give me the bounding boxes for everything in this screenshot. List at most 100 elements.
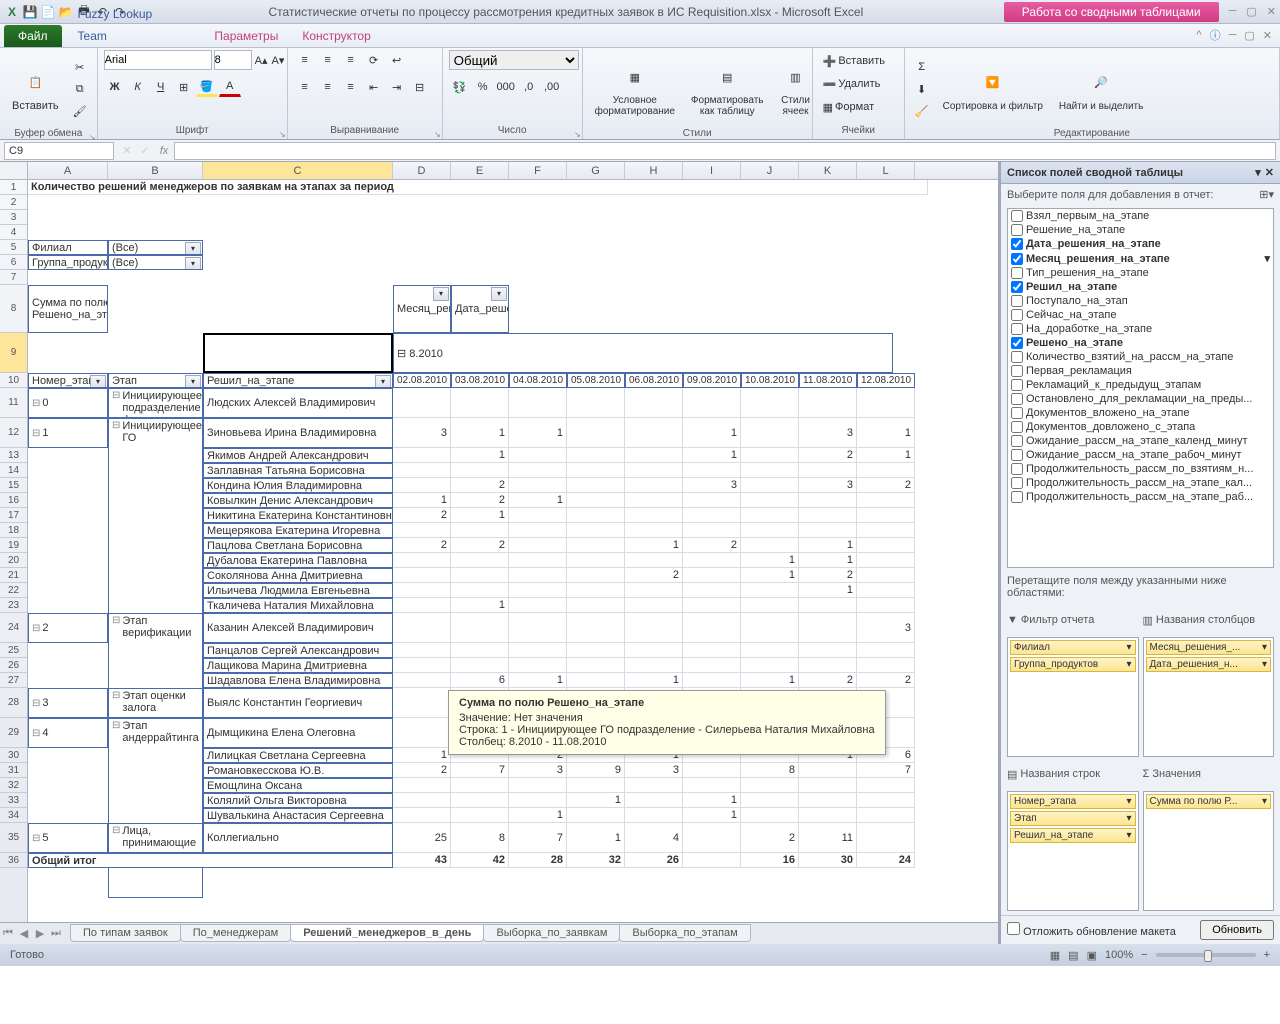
value-cell[interactable] (509, 463, 567, 478)
pivot-field[interactable]: Взял_первым_на_этапе (1008, 209, 1273, 223)
row-head-26[interactable]: 26 (0, 658, 27, 673)
percent-icon[interactable]: % (472, 77, 494, 97)
total-cell[interactable]: 28 (509, 853, 567, 868)
value-cell[interactable] (509, 778, 567, 793)
pivot-field[interactable]: Документов_вложено_на_этапе (1008, 406, 1273, 420)
value-cell[interactable] (567, 508, 625, 523)
pivot-field[interactable]: Ожидание_рассм_на_этапе_рабоч_минут (1008, 448, 1273, 462)
value-cell[interactable] (741, 418, 799, 448)
value-cell[interactable]: 4 (625, 823, 683, 853)
value-cell[interactable] (857, 658, 915, 673)
value-cell[interactable] (393, 688, 451, 718)
view-layout-icon[interactable]: ▤ (1068, 949, 1078, 962)
value-cell[interactable] (741, 388, 799, 418)
ctx-tab-Конструктор[interactable]: Конструктор (290, 25, 382, 47)
clear-icon[interactable]: 🧹 (911, 101, 933, 121)
value-cell[interactable]: 1 (741, 673, 799, 688)
value-cell[interactable]: 2 (393, 538, 451, 553)
value-cell[interactable] (857, 598, 915, 613)
value-cell[interactable] (509, 388, 567, 418)
value-cell[interactable] (509, 478, 567, 493)
value-cell[interactable] (683, 613, 741, 643)
value-cell[interactable]: 1 (509, 808, 567, 823)
update-button[interactable]: Обновить (1200, 920, 1274, 940)
value-cell[interactable] (741, 808, 799, 823)
tab-nav-last-icon[interactable]: ⏭ (48, 927, 64, 940)
inc-dec-icon[interactable]: ,0 (518, 77, 540, 97)
value-cell[interactable] (799, 613, 857, 643)
pivot-layout-icon[interactable]: ⊞▾ (1259, 188, 1274, 201)
zoom-slider[interactable] (1156, 953, 1256, 957)
label-num[interactable]: Номер_этапа (28, 373, 108, 388)
value-cell[interactable] (683, 388, 741, 418)
row-head-14[interactable]: 14 (0, 463, 27, 478)
stage-name[interactable]: Инициирующее подразделение филиала (108, 388, 203, 418)
value-cell[interactable] (857, 778, 915, 793)
value-cell[interactable] (625, 388, 683, 418)
pivot-field[interactable]: Количество_взятий_на_рассм_на_этапе (1008, 350, 1273, 364)
font-size-input[interactable] (214, 50, 252, 70)
row-head-27[interactable]: 27 (0, 673, 27, 688)
value-cell[interactable] (741, 508, 799, 523)
currency-icon[interactable]: 💱 (449, 77, 471, 97)
pivot-field[interactable]: Продолжительность_рассм_на_этапе_кал... (1008, 476, 1273, 490)
tab-nav-prev-icon[interactable]: ◀ (16, 927, 32, 940)
row-head-22[interactable]: 22 (0, 583, 27, 598)
select-all-corner[interactable] (0, 162, 28, 179)
sheet-tab-1[interactable]: По_менеджерам (180, 924, 291, 942)
value-cell[interactable] (451, 793, 509, 808)
person-name[interactable]: Панцалов Сергей Александрович (203, 643, 393, 658)
label-person[interactable]: Решил_на_этапе (203, 373, 393, 388)
value-cell[interactable] (683, 763, 741, 778)
person-name[interactable]: Казанин Алексей Владимирович (203, 613, 393, 643)
value-cell[interactable] (509, 793, 567, 808)
value-cell[interactable] (393, 673, 451, 688)
value-cell[interactable] (741, 478, 799, 493)
row-head-36[interactable]: 36 (0, 853, 27, 868)
pivot-area-item[interactable]: Месяц_решения_...▾ (1146, 640, 1272, 655)
value-cell[interactable]: 1 (799, 553, 857, 568)
col-head-B[interactable]: B (108, 162, 203, 179)
col-head-D[interactable]: D (393, 162, 451, 179)
row-head-1[interactable]: 1 (0, 180, 27, 195)
pivot-field[interactable]: Решено_на_этапе (1008, 336, 1273, 350)
value-cell[interactable] (451, 388, 509, 418)
pivot-close-icon[interactable]: ✕ (1265, 166, 1274, 179)
value-cell[interactable] (451, 553, 509, 568)
pivot-area-item[interactable]: Дата_решения_н...▾ (1146, 657, 1272, 672)
date-head-5[interactable]: 09.08.2010 (683, 373, 741, 388)
cell-styles-button[interactable]: ▥Стили ячеек (774, 50, 818, 128)
row-head-29[interactable]: 29 (0, 718, 27, 748)
value-cell[interactable] (857, 583, 915, 598)
value-cell[interactable] (451, 658, 509, 673)
value-cell[interactable] (799, 643, 857, 658)
zoom-in-icon[interactable]: + (1264, 949, 1270, 961)
filter-filial-label[interactable]: Филиал (28, 240, 108, 255)
new-icon[interactable]: 📄 (40, 4, 56, 20)
value-cell[interactable] (393, 613, 451, 643)
value-cell[interactable] (857, 463, 915, 478)
autosum-icon[interactable]: Σ (911, 57, 933, 77)
pivot-field[interactable]: Сейчас_на_этапе (1008, 308, 1273, 322)
value-cell[interactable] (683, 583, 741, 598)
value-cell[interactable] (393, 598, 451, 613)
value-cell[interactable]: 7 (857, 763, 915, 778)
pivot-field[interactable]: Первая_рекламация (1008, 364, 1273, 378)
value-cell[interactable]: 1 (393, 493, 451, 508)
value-cell[interactable]: 25 (393, 823, 451, 853)
stage-no[interactable]: 2 (28, 613, 108, 643)
value-cell[interactable]: 6 (451, 673, 509, 688)
font-name-input[interactable] (104, 50, 212, 70)
align-left-icon[interactable]: ≡ (294, 77, 316, 97)
value-cell[interactable] (567, 673, 625, 688)
tab-nav-next-icon[interactable]: ▶ (32, 927, 48, 940)
col-head-I[interactable]: I (683, 162, 741, 179)
value-cell[interactable]: 1 (567, 823, 625, 853)
row-head-33[interactable]: 33 (0, 793, 27, 808)
pivot-field[interactable]: Дата_решения_на_этапе (1008, 237, 1273, 251)
value-cell[interactable]: 1 (741, 553, 799, 568)
row-head-10[interactable]: 10 (0, 373, 27, 388)
col-head-E[interactable]: E (451, 162, 509, 179)
dedent-icon[interactable]: ⇤ (363, 77, 385, 97)
area-cols[interactable]: Месяц_решения_...▾ Дата_решения_н...▾ (1143, 637, 1275, 757)
